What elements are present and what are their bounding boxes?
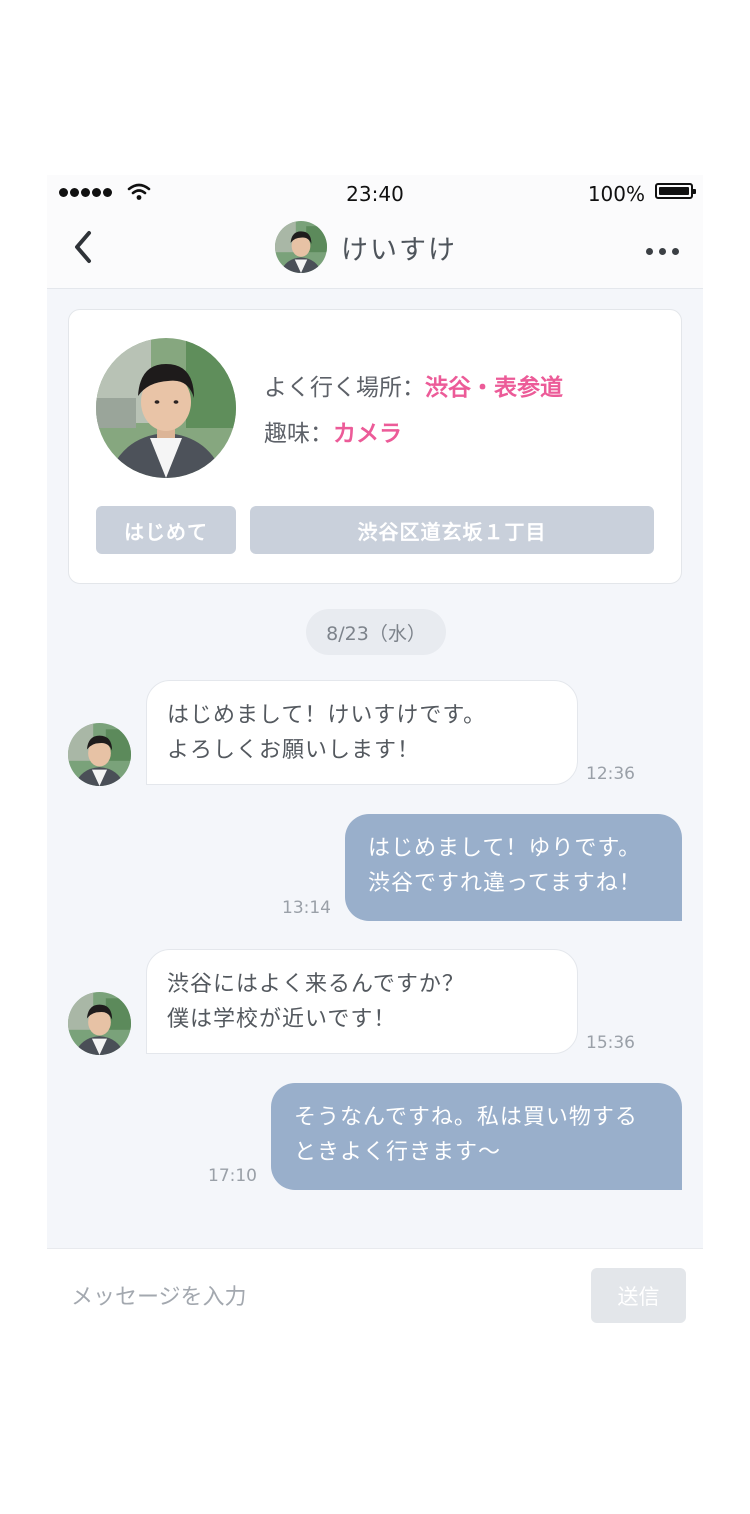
frequent-places-label: よく行く場所： (264, 375, 425, 401)
message-text: はじめまして！ゆりです。 (368, 836, 642, 861)
message-bubble: 渋谷にはよく来るんですか？ 僕は学校が近いです！ (146, 949, 578, 1054)
more-icon[interactable] (646, 248, 679, 255)
hobby: 趣味：カメラ (264, 414, 563, 460)
message-time: 15:36 (586, 1033, 635, 1053)
message-text: 渋谷にはよく来るんですか？ (167, 972, 465, 997)
frequent-places-value: 渋谷・表参道 (425, 375, 563, 401)
avatar[interactable] (68, 723, 131, 786)
message-input[interactable] (69, 1279, 573, 1315)
message-text: 僕は学校が近いです！ (167, 1007, 397, 1032)
frequent-places: よく行く場所：渋谷・表参道 (264, 368, 563, 414)
message-text: はじめまして！けいすけです。 (167, 703, 487, 728)
avatar[interactable] (68, 992, 131, 1055)
avatar[interactable] (275, 221, 327, 273)
battery-percentage: 100% (587, 182, 645, 206)
battery-icon (655, 183, 696, 199)
message-text: そうなんですね。私は買い物する (294, 1105, 638, 1130)
message-text: よろしくお願いします！ (167, 738, 421, 763)
status-bar: 23:40 100% (47, 175, 703, 213)
message-text: ときよく行きます〜 (294, 1140, 502, 1165)
message-time: 13:14 (282, 898, 331, 918)
chat-header: けいすけ (47, 213, 703, 289)
chat-partner-name: けいすけ (341, 234, 457, 266)
message-bubble: はじめまして！ゆりです。 渋谷ですれ違ってますね！ (345, 814, 682, 921)
hobby-label: 趣味： (264, 421, 333, 447)
tag-encounter-location: 渋谷区道玄坂１丁目 (250, 506, 654, 554)
message-time: 17:10 (208, 1166, 257, 1186)
message-text: 渋谷ですれ違ってますね！ (368, 871, 642, 896)
profile-photo[interactable] (96, 338, 236, 478)
hobby-value: カメラ (333, 421, 402, 447)
send-button[interactable]: 送信 (591, 1268, 686, 1323)
profile-info: よく行く場所：渋谷・表参道 趣味：カメラ (264, 368, 563, 460)
message-bubble: そうなんですね。私は買い物する ときよく行きます〜 (271, 1083, 682, 1190)
message-bubble: はじめまして！けいすけです。 よろしくお願いします！ (146, 680, 578, 785)
message-composer: 送信 (47, 1248, 703, 1346)
message-time: 12:36 (586, 764, 635, 784)
tag-first-time: はじめて (96, 506, 236, 554)
date-divider: 8/23（水） (306, 609, 446, 655)
profile-card[interactable]: よく行く場所：渋谷・表参道 趣味：カメラ はじめて 渋谷区道玄坂１丁目 (68, 309, 682, 584)
back-icon[interactable] (69, 227, 99, 267)
chat-partner[interactable]: けいすけ (275, 221, 457, 273)
chat-screen: 23:40 100% けいすけ よく行く場所：渋谷・表参道 趣味：カメラ はじめ… (47, 175, 703, 1345)
